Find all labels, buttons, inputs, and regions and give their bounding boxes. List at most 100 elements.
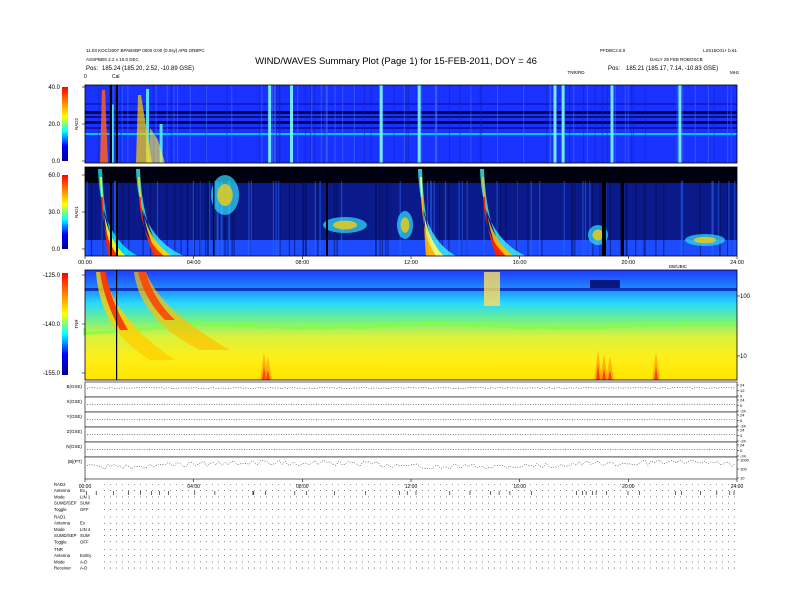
rad2-burst [417, 85, 421, 163]
rad2-burst [561, 85, 565, 163]
rad2-texture [274, 85, 276, 163]
header-right-line3: DAILY 29 FEB ROBOSCB [650, 57, 703, 62]
rad1-texture [250, 181, 252, 256]
rad1-texture [207, 181, 209, 256]
rad2-texture [127, 85, 129, 163]
rad1-colorbar [62, 175, 68, 249]
settings-key: RAD1 [54, 515, 66, 520]
mag-row-frame [84, 411, 738, 428]
mag-right-tick-label: 24 [740, 398, 745, 403]
rad2-texture [189, 85, 191, 163]
y-tick-label: -155.0 [43, 371, 61, 377]
rad1-texture [278, 181, 280, 256]
tnr-colorbar [62, 273, 68, 375]
rad1-texture [643, 181, 645, 256]
header-left-pos-value: 185.24 (185.20, 2.52, -10.89 GSE) [102, 66, 194, 72]
settings-key: Antenna [54, 488, 71, 493]
y-tick-label: 20.0 [48, 122, 60, 128]
rad2-texture [523, 85, 525, 163]
rad2-spectrogram-panel [84, 84, 738, 164]
rad1-emission-core [694, 236, 716, 244]
rad2-texture [320, 85, 322, 163]
rad2-texture [121, 85, 123, 163]
mag-x-tick-label: 12:00 [405, 484, 418, 490]
rad1-texture [166, 181, 168, 256]
x-tick-label: 20:00 [621, 260, 635, 266]
mag-right-tick-label: 24 [740, 443, 745, 448]
rad2-burst [379, 85, 383, 163]
mag-right-tick-label: 24 [740, 428, 745, 433]
rad2-texture [273, 85, 275, 163]
rad2-texture [405, 85, 407, 163]
rad1-texture [539, 181, 541, 256]
mag-series-label: X(GSE) [66, 399, 82, 404]
rad2-texture [166, 85, 168, 163]
rad2-texture [177, 85, 178, 163]
rad2-texture [407, 85, 409, 163]
rad2-texture [173, 85, 175, 163]
rad2-texture [707, 85, 709, 163]
rad2-texture [324, 85, 326, 163]
y-tick-label: 60.0 [48, 173, 60, 179]
rad1-texture [719, 181, 721, 256]
rad1-bottom-band [85, 240, 737, 256]
mag-right-tick-label: 24 [740, 383, 745, 388]
rad2-burst [290, 85, 293, 163]
rad2-texture [370, 85, 372, 163]
rad1-texture [663, 181, 665, 256]
rad2-stripe [85, 133, 737, 135]
rad1-texture [609, 181, 612, 256]
rad2-stripe [85, 121, 737, 124]
rad2-texture [334, 85, 336, 163]
rad2-texture [311, 85, 313, 163]
rad2-texture [601, 85, 603, 163]
rad1-texture [728, 181, 730, 256]
rad2-texture [606, 85, 608, 163]
rad1-texture [379, 181, 381, 256]
mag-right-tick-label: 1000 [740, 458, 750, 463]
rad2-texture [727, 85, 729, 163]
rad2-texture [676, 85, 678, 163]
tnr-band [85, 288, 737, 291]
rad2-texture [305, 85, 307, 163]
rad1-texture [375, 181, 377, 256]
marker-label-zero: 0 [84, 74, 87, 80]
rad1-texture [644, 181, 646, 256]
rad2-texture [108, 85, 110, 163]
rad2-texture [586, 85, 588, 163]
rad2-cal-gap [110, 85, 112, 163]
rad2-texture [694, 85, 696, 163]
rad2-texture [632, 85, 634, 163]
rad1-texture [275, 181, 277, 256]
rad2-texture [436, 85, 438, 163]
rad1-texture [466, 181, 468, 256]
rad1-gap [326, 167, 328, 256]
rad1-texture [288, 181, 290, 256]
rad1-texture [302, 181, 304, 256]
rad2-stripe [85, 103, 737, 105]
rad2-texture [206, 85, 207, 163]
header-left-line1: 11.03 KOC/2007 BPABSBP 0000 0:00 (0.0sy)… [86, 48, 205, 53]
rad1-texture [718, 181, 720, 256]
mag-x-tick-label: 16:00 [513, 484, 526, 490]
rad1-gap [621, 167, 624, 256]
rad2-texture [449, 85, 450, 163]
header-left-pos-label: Pos: [86, 66, 98, 72]
rad1-texture [174, 181, 176, 256]
rad2-burst [268, 85, 272, 163]
x-tick-label: 08:00 [295, 260, 309, 266]
rad1-texture [387, 181, 389, 256]
rad1-emission-core [332, 220, 358, 230]
settings-key: Toggle [54, 539, 67, 544]
rad2-texture [631, 85, 633, 163]
mag-right-tick-label: 12 [740, 388, 745, 393]
panel-label: RAD1 [74, 206, 79, 219]
receiver-settings-table: RAD2Antenna ExMode LIN 1SUMD/SEP SUMToggle O… [54, 482, 737, 571]
settings-value: Ex [80, 488, 86, 493]
rad1-texture [187, 181, 189, 256]
rad2-texture [272, 85, 274, 163]
rad1-spectrogram-panel [84, 166, 738, 257]
rad1-emission-core [592, 229, 604, 241]
settings-key: Mode [54, 559, 65, 564]
rad2-texture [550, 85, 552, 163]
